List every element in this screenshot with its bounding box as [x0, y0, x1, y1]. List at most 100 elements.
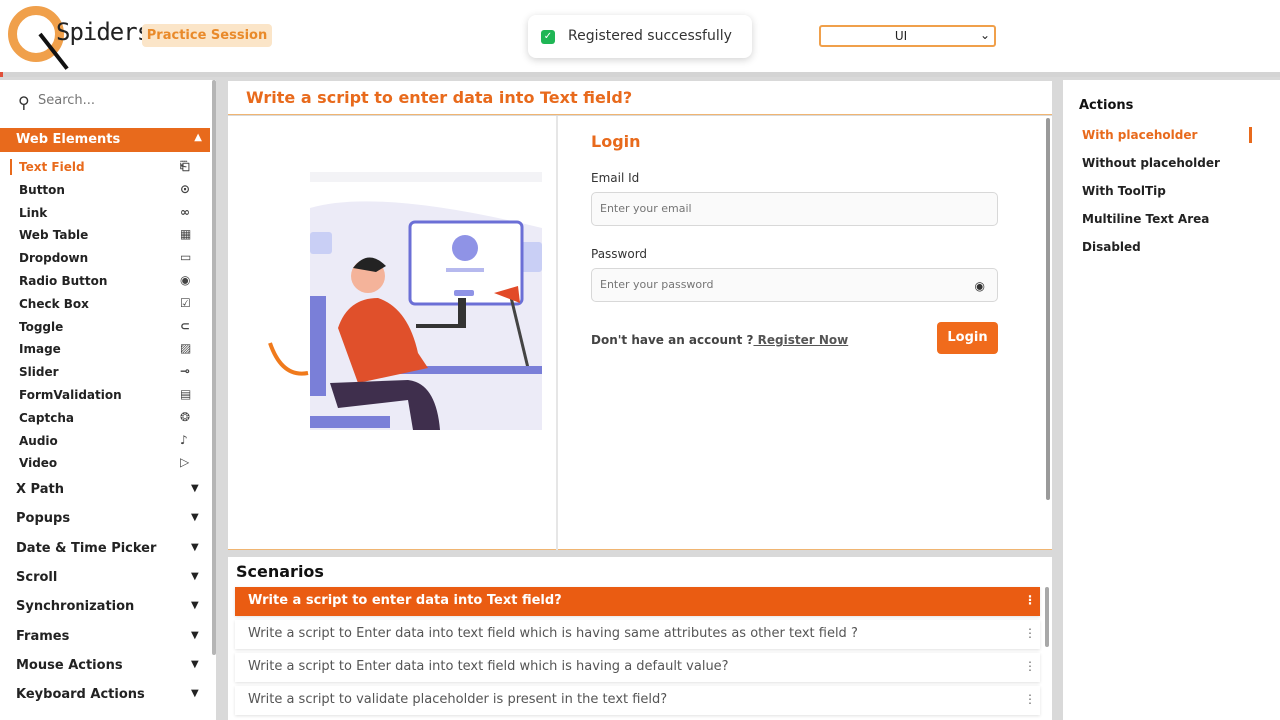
sidebar-category-keyboard-actions[interactable]: Keyboard Actions ▼ — [0, 683, 208, 707]
sidebar-item-label: Web Table — [19, 228, 89, 243]
action-item-without-placeholder[interactable]: Without placeholder — [1082, 156, 1220, 170]
page-title-bar: Write a script to enter data into Text f… — [228, 81, 1052, 115]
sidebar-scrollbar[interactable] — [212, 80, 216, 655]
sidebar-item-label: Slider — [19, 365, 59, 380]
dropdown-icon: ▭ — [180, 250, 192, 265]
image-icon: ▨ — [180, 341, 192, 356]
scenario-text: Write a script to validate placeholder i… — [248, 692, 668, 707]
sidebar-item-web-table[interactable]: Web Table ▦ — [0, 224, 200, 246]
mode-select[interactable]: UI ⌄ — [819, 25, 996, 47]
chevron-down-icon: ▼ — [191, 570, 199, 582]
play-circle-icon: ⊙ — [180, 181, 191, 196]
scenario-row[interactable]: Write a script to enter data into Text f… — [235, 587, 1040, 616]
sidebar-item-formvalidation[interactable]: FormValidation ▤ — [0, 384, 200, 406]
sidebar-item-label: Text Field — [19, 160, 85, 174]
sidebar-item-radio-button[interactable]: Radio Button ◉ — [0, 270, 200, 292]
email-input[interactable] — [600, 202, 960, 215]
section-label: Web Elements — [16, 132, 121, 147]
register-prompt: Don't have an account ? Register Now — [591, 333, 848, 347]
category-label: Popups — [16, 511, 71, 527]
scenarios-title: Scenarios — [236, 562, 324, 581]
top-header: Spiders Practice Session ✓ Registered su… — [0, 0, 1280, 72]
search-input[interactable] — [38, 93, 188, 108]
toggle-icon: ⊂ — [180, 318, 191, 333]
email-field[interactable] — [591, 192, 998, 226]
chevron-down-icon: ▼ — [191, 600, 199, 612]
illustration-person-at-desk — [268, 172, 542, 430]
sidebar-category-synchronization[interactable]: Synchronization ▼ — [0, 595, 208, 619]
sidebar-item-slider[interactable]: Slider ⊸ — [0, 361, 200, 383]
sidebar-item-toggle[interactable]: Toggle ⊂ — [0, 316, 200, 338]
sidebar-item-link[interactable]: Link ∞ — [0, 202, 200, 224]
link-icon: ∞ — [180, 204, 190, 219]
sidebar-item-label: Toggle — [19, 319, 64, 334]
captcha-icon: ❂ — [180, 409, 191, 424]
sidebar-item-video[interactable]: Video ▷ — [0, 452, 200, 474]
sidebar-item-label: Dropdown — [19, 251, 89, 266]
slider-icon: ⊸ — [180, 364, 191, 379]
radio-icon: ◉ — [180, 273, 191, 287]
sidebar-category-mouse-actions[interactable]: Mouse Actions ▼ — [0, 654, 208, 678]
scenario-row[interactable]: Write a script to validate placeholder i… — [235, 686, 1040, 715]
eye-icon[interactable]: ◉ — [975, 279, 985, 293]
no-account-text: Don't have an account ? — [591, 333, 754, 347]
sidebar-category-x-path[interactable]: X Path ▼ — [0, 478, 208, 502]
page-title: Write a script to enter data into Text f… — [246, 88, 633, 107]
sidebar: ⚲ Web Elements ▲ Text Field ⎗ Button ⊙ Link ∞… — [0, 80, 216, 720]
chevron-down-icon: ▼ — [191, 658, 199, 670]
action-item-disabled[interactable]: Disabled — [1082, 240, 1141, 254]
scenario-row[interactable]: Write a script to Enter data into text f… — [235, 620, 1040, 649]
sidebar-item-label: Radio Button — [19, 274, 108, 288]
scenario-row[interactable]: Write a script to Enter data into text f… — [235, 653, 1040, 682]
sidebar-item-label: Image — [19, 342, 61, 357]
sidebar-section-web-elements[interactable]: Web Elements ▲ — [0, 128, 210, 152]
table-icon: ▦ — [180, 227, 192, 242]
category-label: Mouse Actions — [16, 657, 123, 673]
sidebar-item-image[interactable]: Image ▨ — [0, 338, 200, 360]
sidebar-category-frames[interactable]: Frames ▼ — [0, 625, 208, 649]
sidebar-item-check-box[interactable]: Check Box ☑ — [0, 293, 200, 315]
email-label: Email Id — [591, 171, 640, 185]
more-vertical-icon[interactable]: ⋮ — [1024, 692, 1036, 706]
category-label: Scroll — [16, 569, 58, 585]
panel-scrollbar[interactable] — [1046, 118, 1050, 500]
chevron-down-icon: ⌄ — [979, 28, 990, 42]
more-vertical-icon[interactable]: ⋮ — [1024, 659, 1036, 673]
more-vertical-icon[interactable]: ⋮ — [1024, 626, 1036, 640]
sidebar-item-captcha[interactable]: Captcha ❂ — [0, 407, 200, 429]
toast-message: Registered successfully — [568, 28, 732, 44]
sidebar-item-text-field[interactable]: Text Field ⎗ — [0, 156, 200, 178]
panel-divider — [556, 116, 558, 550]
check-icon: ✓ — [541, 30, 555, 44]
scenario-text: Write a script to Enter data into text f… — [248, 659, 729, 674]
search-box[interactable]: ⚲ — [18, 92, 198, 114]
register-now-link[interactable]: Register Now — [753, 333, 849, 347]
sidebar-category-scroll[interactable]: Scroll ▼ — [0, 566, 208, 590]
action-item-multiline-text-area[interactable]: Multiline Text Area — [1082, 212, 1209, 226]
form-icon: ▤ — [180, 387, 192, 401]
password-input[interactable] — [600, 278, 960, 291]
sidebar-item-label: Link — [19, 205, 48, 220]
qspiders-logo[interactable]: Spiders — [6, 4, 151, 74]
practice-panel: Login Email Id Password ◉ Don't have an … — [228, 116, 1052, 550]
scenario-text: Write a script to enter data into Text f… — [248, 593, 562, 608]
chevron-up-icon: ▲ — [194, 132, 202, 143]
action-item-with-placeholder[interactable]: With placeholder — [1082, 128, 1197, 142]
more-vertical-icon[interactable]: ⋮ — [1024, 593, 1036, 607]
password-field[interactable]: ◉ — [591, 268, 998, 302]
sidebar-item-dropdown[interactable]: Dropdown ▭ — [0, 247, 200, 269]
sidebar-category-popups[interactable]: Popups ▼ — [0, 507, 208, 531]
sidebar-item-audio[interactable]: Audio ♪ — [0, 430, 200, 452]
login-button[interactable]: Login — [937, 322, 998, 354]
chevron-down-icon: ▼ — [191, 512, 199, 524]
sidebar-item-button[interactable]: Button ⊙ — [0, 179, 200, 201]
active-action-marker — [1249, 127, 1252, 143]
sidebar-item-label: Check Box — [19, 296, 89, 311]
action-item-with-tooltip[interactable]: With ToolTip — [1082, 184, 1166, 198]
sidebar-category-date-time-picker[interactable]: Date & Time Picker ▼ — [0, 537, 208, 561]
category-label: Date & Time Picker — [16, 540, 157, 556]
scenarios-scrollbar[interactable] — [1045, 587, 1049, 647]
text-field-icon: ⎗ — [180, 159, 190, 173]
success-toast: ✓ Registered successfully — [528, 15, 752, 58]
chevron-down-icon: ▼ — [191, 629, 199, 641]
